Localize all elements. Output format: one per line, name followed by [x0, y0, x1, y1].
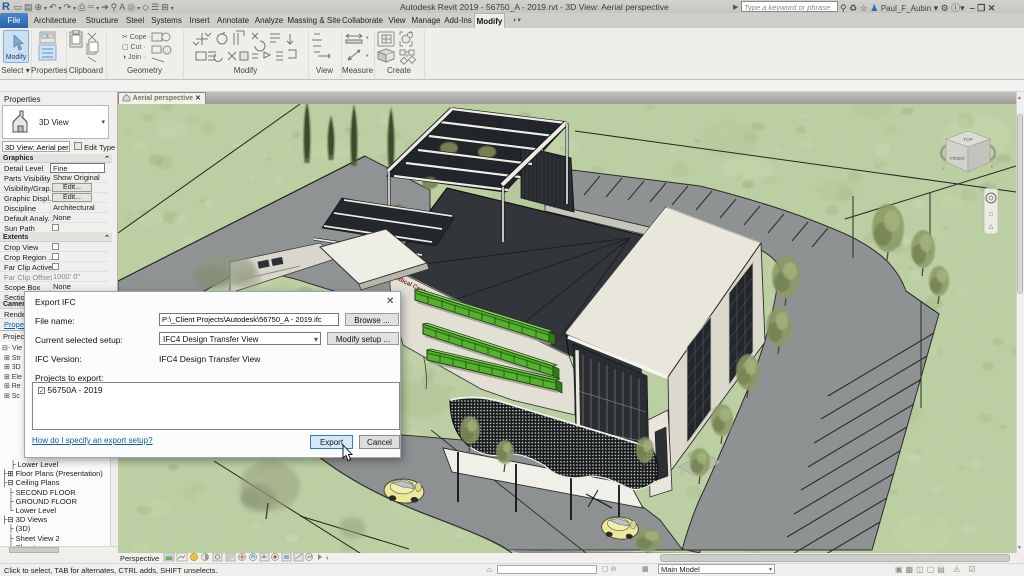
- svg-text:E: E: [991, 164, 994, 169]
- svg-text:S: S: [942, 166, 945, 171]
- svg-text:TOP: TOP: [963, 137, 972, 142]
- svg-text:FRONT: FRONT: [950, 156, 965, 161]
- svg-text:◑ Join ·: ◑ Join ·: [122, 54, 145, 61]
- svg-text:△: △: [989, 224, 994, 230]
- svg-text:✂ Cope ·: ✂ Cope ·: [122, 34, 151, 41]
- svg-text:□: □: [989, 212, 993, 218]
- svg-text:‹: ‹: [326, 553, 329, 562]
- svg-text:·: ·: [366, 51, 369, 60]
- svg-text:▢ Cut ·: ▢ Cut ·: [122, 44, 146, 51]
- svg-text:·: ·: [366, 33, 369, 42]
